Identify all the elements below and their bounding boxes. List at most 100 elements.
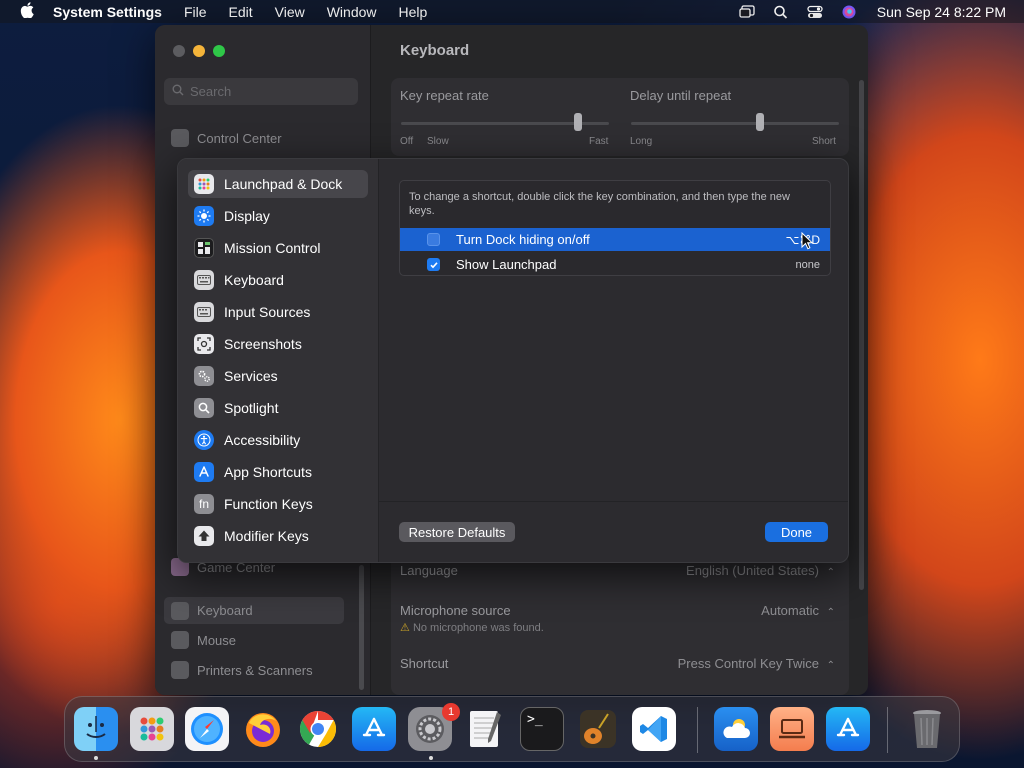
dock-app-textedit[interactable] <box>464 707 508 751</box>
key-repeat-label: Key repeat rate <box>400 88 489 103</box>
close-window-button[interactable] <box>173 45 185 57</box>
keyboard-shortcuts-sheet: Launchpad & Dock Display Mission Control… <box>177 158 849 563</box>
dock-app-finder[interactable] <box>74 707 118 751</box>
apple-menu-icon[interactable] <box>20 1 36 22</box>
category-keyboard[interactable]: Keyboard <box>188 266 368 294</box>
delay-repeat-track[interactable] <box>631 122 839 125</box>
input-sources-icon <box>194 302 214 322</box>
category-label: Keyboard <box>224 272 284 288</box>
running-indicator <box>94 756 98 760</box>
menu-file[interactable]: File <box>184 4 207 20</box>
dock-separator <box>887 707 888 753</box>
dock-app-terminal[interactable]: >_ <box>520 707 564 751</box>
menubar-clock[interactable]: Sun Sep 24 8:22 PM <box>877 4 1006 20</box>
category-modifier-keys[interactable]: Modifier Keys <box>188 522 368 550</box>
dock-app-vscode[interactable] <box>632 707 676 751</box>
menu-app-name[interactable]: System Settings <box>53 4 162 20</box>
menu-edit[interactable]: Edit <box>229 4 253 20</box>
dock-app-app-store-folder[interactable] <box>826 707 870 751</box>
firefox-icon <box>246 713 280 747</box>
category-label: Launchpad & Dock <box>224 176 343 192</box>
category-spotlight[interactable]: Spotlight <box>188 394 368 422</box>
sidebar-item-printers-scanners[interactable]: Printers & Scanners <box>171 661 313 679</box>
safari-icon <box>191 713 223 745</box>
key-repeat-slider-knob[interactable] <box>573 113 582 131</box>
dock-app-firefox[interactable] <box>241 707 285 751</box>
spotlight-search-icon[interactable] <box>773 5 789 19</box>
language-popup[interactable]: English (United States) ⌃ <box>686 563 835 578</box>
restore-defaults-button[interactable]: Restore Defaults <box>399 522 515 542</box>
dock-app-app-store[interactable] <box>352 707 396 751</box>
minimize-window-button[interactable] <box>193 45 205 57</box>
search-icon <box>172 84 184 99</box>
key-repeat-fast-label: Fast <box>589 136 609 147</box>
main-scrollbar[interactable] <box>859 80 864 590</box>
sidebar-item-control-center[interactable]: Control Center <box>171 129 282 147</box>
language-label: Language <box>400 563 458 578</box>
dock-app-screen-sharing[interactable] <box>770 707 814 751</box>
shortcut-row-show-launchpad[interactable]: Show Launchpad none <box>400 253 830 276</box>
menu-view[interactable]: View <box>275 4 305 20</box>
category-function-keys[interactable]: fn Function Keys <box>188 490 368 518</box>
shortcut-hint-text: To change a shortcut, double click the k… <box>409 191 790 217</box>
category-app-shortcuts[interactable]: App Shortcuts <box>188 458 368 486</box>
microphone-label: Microphone source <box>400 603 511 618</box>
display-icon <box>194 206 214 226</box>
category-services[interactable]: Services <box>188 362 368 390</box>
shortcut-row-dock-hiding[interactable]: Turn Dock hiding on/off ⌥⌘D <box>400 228 830 251</box>
dock-app-weather[interactable] <box>714 707 758 751</box>
sidebar-item-label: Control Center <box>197 130 282 146</box>
mouse-pointer-icon <box>801 231 814 255</box>
control-center-icon[interactable] <box>807 5 823 19</box>
shortcut-popup[interactable]: Press Control Key Twice ⌃ <box>678 656 835 671</box>
delay-short-label: Short <box>812 136 836 147</box>
category-launchpad-dock[interactable]: Launchpad & Dock <box>188 170 368 198</box>
vscode-icon <box>640 716 667 742</box>
shortcut-checkbox[interactable] <box>427 233 440 246</box>
dock-app-safari[interactable] <box>185 707 229 751</box>
category-display[interactable]: Display <box>188 202 368 230</box>
spotlight-icon <box>194 398 214 418</box>
finder-icon <box>86 716 106 738</box>
dock-app-garageband[interactable] <box>576 707 620 751</box>
category-input-sources[interactable]: Input Sources <box>188 298 368 326</box>
delay-repeat-slider-knob[interactable] <box>755 113 764 131</box>
sidebar-item-mouse[interactable]: Mouse <box>171 631 236 649</box>
screen-mirroring-icon[interactable] <box>739 4 755 19</box>
page-title: Keyboard <box>400 42 470 59</box>
launchpad-icon <box>194 174 214 194</box>
key-repeat-off-label: Off <box>400 136 414 147</box>
shortcut-checkbox[interactable] <box>427 258 440 271</box>
category-label: Display <box>224 208 270 224</box>
microphone-popup[interactable]: Automatic ⌃ <box>761 603 835 618</box>
chevron-updown-icon: ⌃ <box>826 607 835 618</box>
trash-icon <box>913 710 941 748</box>
notification-badge: 1 <box>442 703 460 721</box>
sidebar-item-label: Keyboard <box>197 603 253 618</box>
category-label: Services <box>224 368 278 384</box>
menu-window[interactable]: Window <box>327 4 377 20</box>
terminal-icon: >_ <box>527 712 543 727</box>
microphone-warning: ⚠ No microphone was found. <box>400 621 544 634</box>
services-icon <box>194 366 214 386</box>
dock-app-trash[interactable] <box>905 707 949 751</box>
category-accessibility[interactable]: Accessibility <box>188 426 368 454</box>
sidebar-search-field[interactable]: Search <box>164 78 358 105</box>
keyboard-icon <box>194 270 214 290</box>
mouse-icon <box>171 631 189 649</box>
shortcut-key-combo[interactable]: none <box>796 259 820 271</box>
done-button[interactable]: Done <box>765 522 828 542</box>
zoom-window-button[interactable] <box>213 45 225 57</box>
launchpad-icon <box>140 717 164 741</box>
delay-long-label: Long <box>630 136 653 147</box>
menu-help[interactable]: Help <box>399 4 428 20</box>
category-mission-control[interactable]: Mission Control <box>188 234 368 262</box>
siri-icon[interactable] <box>841 5 857 19</box>
sidebar-item-label: Mouse <box>197 632 237 648</box>
sidebar-item-keyboard[interactable]: Keyboard <box>164 597 344 624</box>
dock-app-launchpad[interactable] <box>130 707 174 751</box>
dock-app-chrome[interactable] <box>296 707 340 751</box>
category-screenshots[interactable]: Screenshots <box>188 330 368 358</box>
sidebar-scrollbar[interactable] <box>359 565 364 690</box>
checkmark-icon <box>429 261 438 268</box>
